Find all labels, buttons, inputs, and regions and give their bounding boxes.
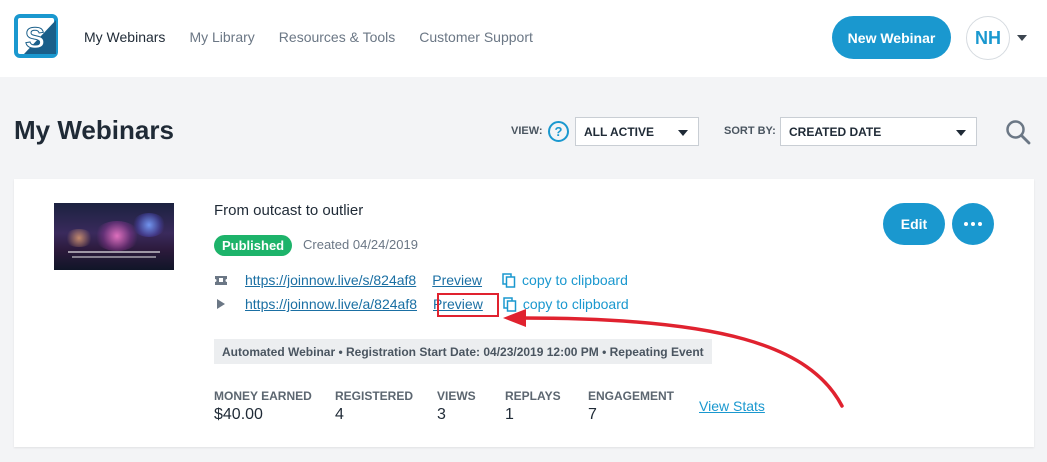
app-logo-icon[interactable]: S <box>14 14 60 60</box>
user-avatar[interactable]: NH <box>966 16 1010 60</box>
stat-label: REGISTERED <box>335 389 414 403</box>
chevron-down-icon <box>956 130 966 136</box>
nav-my-library[interactable]: My Library <box>189 29 254 45</box>
sort-label: SORT BY: <box>724 125 776 137</box>
registration-link-row: https://joinnow.live/s/824af8 Preview co… <box>214 271 628 289</box>
stat-money-earned: MONEY EARNED $40.00 <box>214 389 312 424</box>
copy-icon <box>503 296 517 312</box>
copy-registration-button[interactable]: copy to clipboard <box>502 272 628 288</box>
chevron-down-icon <box>678 130 688 136</box>
stat-label: REPLAYS <box>505 389 561 403</box>
top-navigation-bar: S My Webinars My Library Resources & Too… <box>0 0 1047 77</box>
copy-attendee-button[interactable]: copy to clipboard <box>503 296 629 312</box>
stat-value: 7 <box>588 406 597 423</box>
sort-select[interactable]: CREATED DATE <box>780 117 977 146</box>
dot-icon <box>978 222 982 226</box>
stat-value: 3 <box>437 406 446 423</box>
nav-my-webinars[interactable]: My Webinars <box>84 29 165 45</box>
help-icon[interactable]: ? <box>548 121 569 142</box>
dot-icon <box>964 222 968 226</box>
stat-value: 1 <box>505 406 514 423</box>
webinar-info-strip: Automated Webinar • Registration Start D… <box>214 339 712 364</box>
play-icon <box>214 297 228 311</box>
webinar-thumbnail[interactable] <box>54 203 174 270</box>
copy-label: copy to clipboard <box>522 272 628 288</box>
sort-select-value: CREATED DATE <box>789 124 882 139</box>
ticket-icon <box>214 273 228 287</box>
created-date: Created 04/24/2019 <box>303 237 418 252</box>
preview-highlight-box <box>437 293 499 317</box>
main-nav: My Webinars My Library Resources & Tools… <box>84 29 557 45</box>
registration-url-link[interactable]: https://joinnow.live/s/824af8 <box>245 272 416 288</box>
copy-label: copy to clipboard <box>522 296 629 312</box>
stat-views: VIEWS 3 <box>437 389 476 424</box>
registration-preview-link[interactable]: Preview <box>432 272 482 288</box>
stat-engagement: ENGAGEMENT 7 <box>588 389 674 424</box>
stat-label: MONEY EARNED <box>214 389 312 403</box>
edit-button[interactable]: Edit <box>883 203 945 245</box>
webinar-title[interactable]: From outcast to outlier <box>214 202 363 219</box>
view-stats-link[interactable]: View Stats <box>699 398 765 414</box>
stat-label: VIEWS <box>437 389 476 403</box>
stat-value: 4 <box>335 406 344 423</box>
more-options-button[interactable] <box>952 203 994 245</box>
page-title: My Webinars <box>14 115 174 145</box>
nav-customer-support[interactable]: Customer Support <box>419 29 533 45</box>
webinar-card: From outcast to outlier Published Create… <box>14 179 1034 447</box>
stat-label: ENGAGEMENT <box>588 389 675 403</box>
stat-registered: REGISTERED 4 <box>335 389 413 424</box>
copy-icon <box>502 272 516 288</box>
search-icon[interactable] <box>1005 119 1031 145</box>
view-select[interactable]: ALL ACTIVE <box>575 117 699 146</box>
stat-value: $40.00 <box>214 406 263 423</box>
status-badge: Published <box>214 235 293 256</box>
svg-text:S: S <box>25 22 45 55</box>
view-label: VIEW: <box>511 125 543 137</box>
chevron-down-icon[interactable] <box>1017 35 1027 41</box>
new-webinar-button[interactable]: New Webinar <box>832 16 951 59</box>
nav-resources-tools[interactable]: Resources & Tools <box>279 29 395 45</box>
dot-icon <box>971 222 975 226</box>
attendee-link-row: https://joinnow.live/a/824af8 Preview co… <box>214 295 629 313</box>
attendee-url-link[interactable]: https://joinnow.live/a/824af8 <box>245 296 417 312</box>
stat-replays: REPLAYS 1 <box>505 389 561 424</box>
view-select-value: ALL ACTIVE <box>584 124 655 139</box>
